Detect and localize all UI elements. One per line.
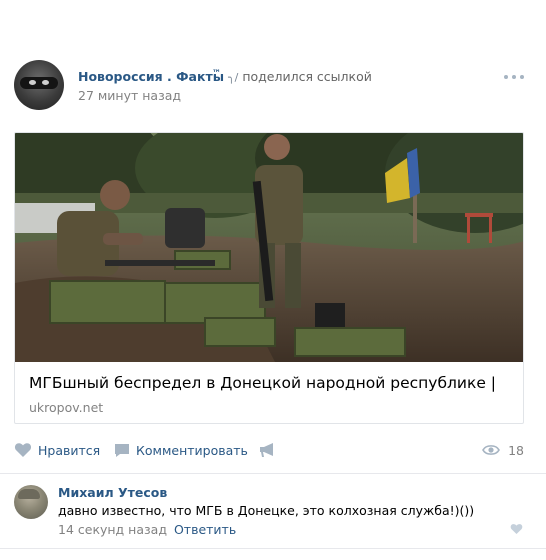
commenter-avatar[interactable] xyxy=(14,485,48,519)
views-counter: 18 xyxy=(482,438,524,462)
comment-timestamp[interactable]: 14 секунд назад xyxy=(58,522,167,537)
trademark-sign: ™ xyxy=(212,69,221,79)
link-card-title[interactable]: МГБшный беспредел в Донецкой народной ре… xyxy=(29,374,496,392)
comment-bubble-icon xyxy=(115,443,129,457)
post-actions-bar: Нравится Комментировать 18 xyxy=(14,438,524,462)
link-preview-image[interactable] xyxy=(15,133,524,362)
share-button[interactable] xyxy=(259,438,282,462)
share-megaphone-icon xyxy=(260,443,273,457)
comment-meta: 14 секунд назад Ответить xyxy=(58,522,236,537)
comment-author-name[interactable]: Михаил Утесов xyxy=(58,485,167,500)
post-action-text: поделился ссылкой xyxy=(242,69,372,85)
avatar-eye-right xyxy=(42,80,49,85)
views-count: 18 xyxy=(508,442,524,458)
author-name-decoration: ╮/ xyxy=(227,71,239,85)
link-card-domain: ukropov.net xyxy=(29,400,104,415)
comments-divider xyxy=(0,473,546,474)
post-header-meta: ™ ╮/ поделился ссылкой xyxy=(212,69,372,84)
comment-text: давно известно, что МГБ в Донецке, это к… xyxy=(58,503,475,518)
post-author-name[interactable]: Новороссия . Факты xyxy=(78,69,224,84)
heart-icon[interactable] xyxy=(510,523,523,535)
comment-button[interactable]: Комментировать xyxy=(114,438,248,462)
wall-post: Новороссия . Факты ™ ╮/ поделился ссылко… xyxy=(0,0,546,560)
comment-label: Комментировать xyxy=(136,442,248,458)
like-label: Нравится xyxy=(38,442,101,458)
post-timestamp[interactable]: 27 минут назад xyxy=(78,88,181,103)
heart-icon xyxy=(14,443,32,457)
avatar-mask-shape xyxy=(20,77,58,89)
eye-icon xyxy=(482,445,501,455)
commenter-avatar-hat-shape xyxy=(18,489,40,499)
avatar-eye-left xyxy=(29,80,36,85)
reply-link[interactable]: Ответить xyxy=(174,522,236,537)
link-card[interactable]: МГБшный беспредел в Донецкой народной ре… xyxy=(14,132,524,424)
author-avatar[interactable] xyxy=(14,60,64,110)
more-dots-icon[interactable] xyxy=(504,73,524,81)
like-button[interactable]: Нравится xyxy=(14,438,100,462)
bottom-divider xyxy=(0,548,546,549)
